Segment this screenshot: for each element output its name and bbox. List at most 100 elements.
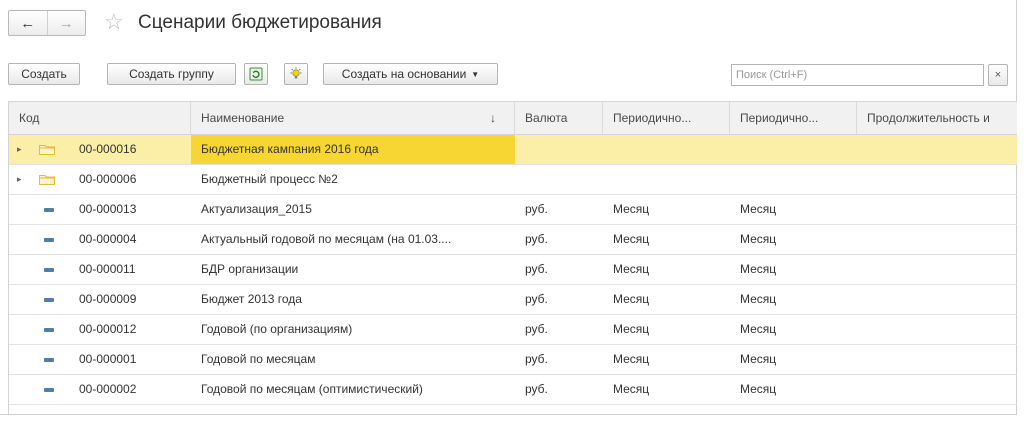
- expand-arrow-icon[interactable]: ▸: [17, 135, 22, 164]
- code-cell: 00-000013: [9, 195, 191, 224]
- code-cell: ▸ 00-000006: [9, 165, 191, 194]
- table-row-group[interactable]: ▸ 00-000016 Бюджетная кампания 2016 года: [9, 135, 1017, 165]
- period1-cell: Месяц: [613, 232, 650, 246]
- element-icon: [44, 388, 54, 392]
- code-value: 00-000012: [79, 322, 137, 336]
- column-header-name-label: Наименование: [201, 111, 285, 125]
- toolbar: Создать Создать группу Создать на основа…: [8, 63, 1008, 87]
- period1-cell: Месяц: [613, 292, 650, 306]
- name-cell: Актуальный годовой по месяцам (на 01.03.…: [201, 232, 452, 246]
- table-row[interactable]: 00-000012 Годовой (по организациям) руб. Ме…: [9, 315, 1017, 345]
- currency-cell: руб.: [525, 292, 548, 306]
- create-group-button[interactable]: Создать группу: [107, 63, 236, 85]
- create-button[interactable]: Создать: [8, 63, 80, 85]
- element-icon: [44, 298, 54, 302]
- create-based-on-dropdown[interactable]: Создать на основании ▼: [323, 63, 498, 85]
- lightbulb-icon: [290, 67, 302, 79]
- search-input[interactable]: Поиск (Ctrl+F): [731, 64, 984, 86]
- name-cell: Бюджетная кампания 2016 года: [191, 135, 515, 164]
- name-cell: Годовой (по организациям): [201, 322, 353, 336]
- column-header-code[interactable]: Код: [9, 102, 191, 134]
- period2-cell: Месяц: [740, 202, 777, 216]
- table-row[interactable]: 00-000013 Актуализация_2015 руб. Месяц Месяц: [9, 195, 1017, 225]
- folder-icon: [39, 175, 55, 185]
- refresh-button[interactable]: [244, 63, 268, 85]
- period1-cell: [603, 135, 730, 164]
- expand-arrow-icon[interactable]: ▸: [17, 165, 22, 194]
- element-icon: [44, 208, 54, 212]
- page-title: Сценарии бюджетирования: [138, 12, 382, 33]
- period2-cell: Месяц: [740, 352, 777, 366]
- code-cell: 00-000001: [9, 345, 191, 374]
- column-header-duration[interactable]: Продолжительность и: [857, 102, 1017, 134]
- period2-cell: Месяц: [740, 382, 777, 396]
- chevron-down-icon: ▼: [471, 69, 480, 79]
- forward-button[interactable]: →: [46, 11, 86, 35]
- code-value: 00-000004: [79, 232, 137, 246]
- period2-cell: [730, 165, 857, 194]
- period1-cell: Месяц: [613, 262, 650, 276]
- element-icon: [44, 268, 54, 272]
- table-row[interactable]: 00-000004 Актуальный годовой по месяцам (…: [9, 225, 1017, 255]
- period2-cell: Месяц: [740, 262, 777, 276]
- currency-cell: руб.: [525, 202, 548, 216]
- currency-cell: [515, 135, 603, 164]
- code-cell: 00-000004: [9, 225, 191, 254]
- favorite-star-icon[interactable]: ☆: [104, 11, 124, 33]
- element-icon: [44, 238, 54, 242]
- currency-cell: руб.: [525, 232, 548, 246]
- back-button[interactable]: ←: [9, 11, 47, 35]
- code-cell: 00-000009: [9, 285, 191, 314]
- currency-cell: [515, 165, 603, 194]
- table-row[interactable]: 00-000001 Годовой по месяцам руб. Месяц Меся…: [9, 345, 1017, 375]
- column-header-name[interactable]: Наименование ↓: [191, 102, 515, 134]
- name-cell: Бюджетный процесс №2: [201, 172, 338, 186]
- period1-cell: Месяц: [613, 352, 650, 366]
- code-value: 00-000002: [79, 382, 137, 396]
- currency-cell: руб.: [525, 322, 548, 336]
- code-cell: 00-000012: [9, 315, 191, 344]
- period1-cell: Месяц: [613, 202, 650, 216]
- period2-cell: Месяц: [740, 292, 777, 306]
- name-cell: Годовой по месяцам (оптимистический): [201, 382, 423, 396]
- budget-scenarios-window: ← → ☆ Сценарии бюджетирования Создать Со…: [0, 0, 1017, 415]
- currency-cell: руб.: [525, 382, 548, 396]
- folder-icon: [39, 145, 55, 155]
- code-value: 00-000013: [79, 202, 137, 216]
- code-value: 00-000009: [79, 292, 137, 306]
- code-value: 00-000011: [79, 262, 136, 276]
- navigation-buttons: ← →: [8, 10, 86, 36]
- element-icon: [44, 328, 54, 332]
- column-header-currency[interactable]: Валюта: [515, 102, 603, 134]
- column-header-periodicity-2[interactable]: Периодично...: [730, 102, 857, 134]
- code-cell: 00-000011: [9, 255, 191, 284]
- name-cell: Годовой по месяцам: [201, 352, 316, 366]
- element-icon: [44, 358, 54, 362]
- code-cell: ▸ 00-000016: [9, 135, 191, 164]
- currency-cell: руб.: [525, 352, 548, 366]
- column-header-periodicity-1[interactable]: Периодично...: [603, 102, 730, 134]
- table-row-group[interactable]: ▸ 00-000006 Бюджетный процесс №2: [9, 165, 1017, 195]
- name-cell: БДР организации: [201, 262, 299, 276]
- code-value: 00-000016: [79, 142, 137, 156]
- table-header: Код Наименование ↓ Валюта Периодично... …: [9, 102, 1017, 135]
- code-value: 00-000006: [79, 172, 137, 186]
- period2-cell: [730, 135, 857, 164]
- highlight-button[interactable]: [284, 63, 308, 85]
- currency-cell: руб.: [525, 262, 548, 276]
- scenarios-table: Код Наименование ↓ Валюта Периодично... …: [8, 101, 1017, 415]
- period1-cell: Месяц: [613, 322, 650, 336]
- refresh-icon: [249, 67, 263, 81]
- code-value: 00-000001: [79, 352, 137, 366]
- period1-cell: [603, 165, 730, 194]
- title-bar: ← → ☆ Сценарии бюджетирования: [0, 0, 1016, 52]
- name-cell: Актуализация_2015: [201, 202, 312, 216]
- table-row[interactable]: 00-000002 Годовой по месяцам (оптимистиче…: [9, 375, 1017, 405]
- table-row[interactable]: 00-000009 Бюджет 2013 года руб. Месяц Месяц: [9, 285, 1017, 315]
- table-row[interactable]: 00-000011 БДР организации руб. Месяц Месяц: [9, 255, 1017, 285]
- period2-cell: Месяц: [740, 232, 777, 246]
- sort-descending-icon: ↓: [490, 111, 496, 125]
- code-cell: 00-000002: [9, 375, 191, 404]
- search-clear-button[interactable]: ×: [988, 64, 1008, 86]
- create-based-on-label: Создать на основании: [341, 67, 467, 81]
